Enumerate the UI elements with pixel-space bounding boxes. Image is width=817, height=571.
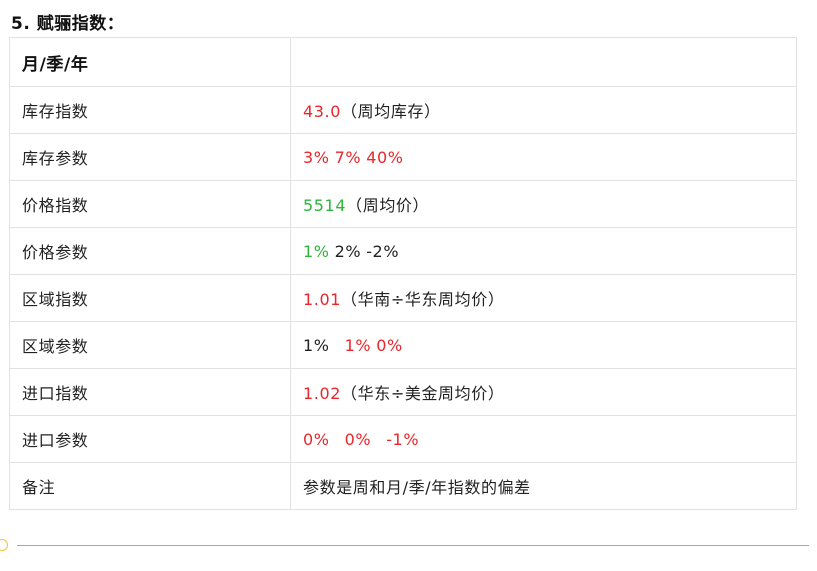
table-row: 价格指数 5514（周均价）: [9, 180, 797, 228]
row-label: 价格参数: [9, 227, 291, 275]
row-value: 参数是周和月/季/年指数的偏差: [290, 462, 797, 510]
table-row: 进口指数 1.02（华东÷美金周均价）: [9, 368, 797, 416]
table-row: 区域参数 1% 1% 0%: [9, 321, 797, 369]
value-part: （华东÷美金周均价）: [341, 384, 505, 403]
value-part: -1%: [386, 429, 420, 449]
table-row: 价格参数 1% 2% -2%: [9, 227, 797, 275]
value-part: （华南÷华东周均价）: [341, 290, 505, 309]
row-value: 1% 2% -2%: [290, 227, 797, 275]
table-row: 库存指数 43.0（周均库存）: [9, 86, 797, 134]
table-row: 进口参数 0% 0% -1%: [9, 415, 797, 463]
value-part: 1%: [303, 241, 330, 261]
row-label: 库存参数: [9, 133, 291, 181]
header-label-cell: 月/季/年: [9, 37, 291, 87]
table-row: 区域指数 1.01（华南÷华东周均价）: [9, 274, 797, 322]
value-part: 40%: [366, 147, 404, 167]
row-label: 区域参数: [9, 321, 291, 369]
row-value: 1.01（华南÷华东周均价）: [290, 274, 797, 322]
row-label: 进口参数: [9, 415, 291, 463]
row-value: 3% 7% 40%: [290, 133, 797, 181]
row-label: 进口指数: [9, 368, 291, 416]
row-value: 43.0（周均库存）: [290, 86, 797, 134]
table-row: 库存参数 3% 7% 40%: [9, 133, 797, 181]
value-part: 1.01: [303, 290, 342, 309]
value-part: 2%: [334, 241, 362, 261]
value-part: 1.02: [303, 384, 342, 403]
value-part: -2%: [366, 241, 400, 261]
row-value: 1% 1% 0%: [290, 321, 797, 369]
value-part: （周均价）: [346, 196, 430, 215]
row-label: 区域指数: [9, 274, 291, 322]
index-table: 月/季/年 库存指数 43.0（周均库存） 库存参数 3% 7% 40% 价格指数 …: [9, 37, 797, 510]
circle-marker-icon: [0, 539, 8, 551]
value-part: 43.0: [303, 102, 342, 121]
row-value: 5514（周均价）: [290, 180, 797, 228]
table-row: 备注 参数是周和月/季/年指数的偏差: [9, 462, 797, 510]
value-part: 参数是周和月/季/年指数的偏差: [303, 478, 531, 497]
row-label: 库存指数: [9, 86, 291, 134]
row-value: 0% 0% -1%: [290, 415, 797, 463]
value-part: 3%: [303, 147, 330, 167]
row-label: 价格指数: [9, 180, 291, 228]
table-header-row: 月/季/年: [9, 37, 797, 87]
section-heading: 5. 赋骊指数：: [11, 14, 125, 34]
section-divider: [17, 545, 809, 546]
row-value: 1.02（华东÷美金周均价）: [290, 368, 797, 416]
row-label: 备注: [9, 462, 291, 510]
value-part: 1%: [303, 335, 330, 355]
value-part: （周均库存）: [341, 102, 441, 121]
value-part: 0%: [303, 429, 330, 449]
value-part: 0%: [344, 429, 372, 449]
value-part: 1%: [344, 335, 372, 355]
value-part: 7%: [334, 147, 362, 167]
value-part: 0%: [376, 335, 403, 355]
value-part: 5514: [303, 196, 347, 215]
header-value-cell: [290, 37, 797, 87]
